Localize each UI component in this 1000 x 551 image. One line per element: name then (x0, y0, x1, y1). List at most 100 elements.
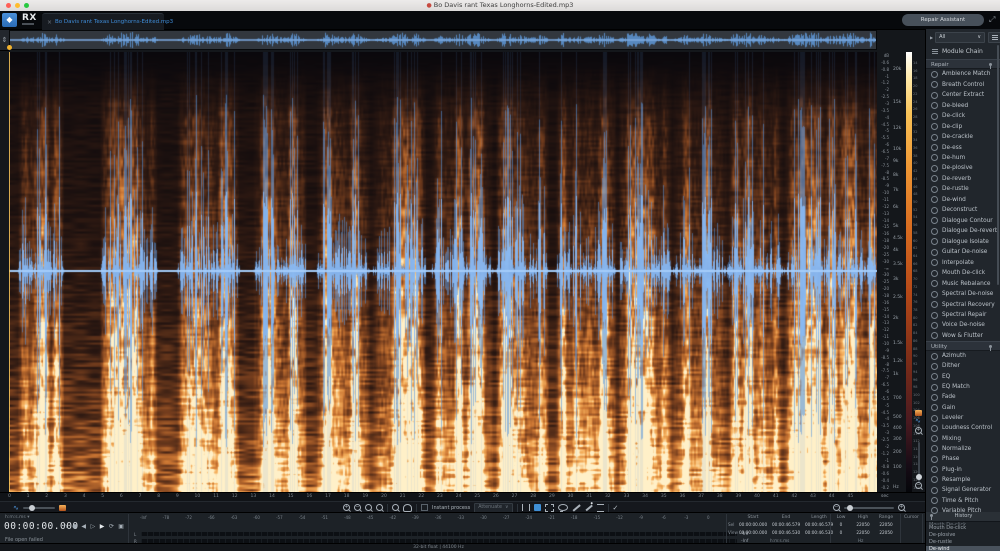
field-value[interactable]: 22050 (853, 530, 873, 535)
transport-loop-icon[interactable]: ⟳ (109, 523, 114, 530)
panel-expand-icon[interactable]: ⤢ (989, 15, 995, 25)
zoom-out-icon[interactable]: − (354, 504, 361, 511)
module-item-plug-in[interactable]: Plug-in (926, 464, 1000, 474)
module-item-spectral-de-noise[interactable]: Spectral De-noise (926, 289, 1000, 299)
field-value[interactable]: 22050 (876, 530, 896, 535)
module-item-eq-match[interactable]: EQ Match (926, 382, 1000, 392)
module-item-phase[interactable]: Phase (926, 454, 1000, 464)
module-item-center-extract[interactable]: Center Extract (926, 90, 1000, 100)
level-meter-left[interactable] (141, 532, 737, 536)
spectrogram-view-icon[interactable] (915, 410, 922, 416)
module-item-de-bleed[interactable]: De-bleed (926, 100, 1000, 110)
module-item-mouth-de-click[interactable]: Mouth De-click (926, 268, 1000, 278)
module-item-leveler[interactable]: Leveler (926, 413, 1000, 423)
panel-menu-button[interactable] (988, 32, 1000, 43)
hzoom-slider[interactable] (844, 507, 894, 509)
field-value[interactable]: 00:00:46.530 (772, 530, 800, 535)
time-frequency-selection-tool-icon[interactable] (534, 504, 541, 511)
time-display[interactable]: 00:00:00.000 (4, 521, 79, 532)
module-item-variable-pitch[interactable]: Variable Pitch (926, 506, 1000, 516)
field-value[interactable]: 22050 (853, 522, 873, 527)
module-item-gain[interactable]: Gain (926, 403, 1000, 413)
module-item-de-click[interactable]: De-click (926, 111, 1000, 121)
module-item-voice-de-noise[interactable]: Voice De-noise (926, 320, 1000, 330)
history-item[interactable]: De-plosive (926, 532, 1000, 539)
zoom-selection-icon[interactable] (365, 504, 372, 511)
file-tab[interactable]: × Bo Davis rant Texas Longhorns-Edited.m… (42, 13, 164, 30)
time-format-selector[interactable]: h:m:s.ms ▾ (5, 515, 29, 520)
field-value[interactable]: 00:00:46.579 (805, 522, 833, 527)
module-item-de-hum[interactable]: De-hum (926, 153, 1000, 163)
blend-slider-thumb[interactable] (29, 505, 35, 511)
module-filter-dropdown[interactable]: All∨ (935, 32, 985, 43)
module-item-eq[interactable]: EQ (926, 372, 1000, 382)
module-item-music-rebalance[interactable]: Music Rebalance (926, 278, 1000, 288)
vertical-zoom-out-icon[interactable]: − (915, 482, 922, 489)
spectrogram-blend-icon[interactable] (59, 505, 66, 511)
zoom-in-icon[interactable]: + (343, 504, 350, 511)
module-item-deconstruct[interactable]: Deconstruct (926, 205, 1000, 215)
tab-close-icon[interactable]: × (47, 19, 52, 26)
repair-assistant-button[interactable]: Repair Assistant (902, 14, 984, 26)
pin-icon[interactable] (989, 345, 992, 348)
vertical-zoom-slider[interactable] (918, 442, 920, 482)
module-item-loudness-control[interactable]: Loudness Control (926, 423, 1000, 433)
module-item-de-rustle[interactable]: De-rustle (926, 184, 1000, 194)
filter-arrow-icon[interactable]: ▶ (930, 35, 933, 40)
module-item-dither[interactable]: Dither (926, 361, 1000, 371)
module-item-wow-flutter[interactable]: Wow & Flutter (926, 331, 1000, 341)
module-item-de-plosive[interactable]: De-plosive (926, 163, 1000, 173)
harmonics-tool-icon[interactable] (597, 504, 604, 512)
blend-slider[interactable] (23, 507, 55, 509)
history-item[interactable]: De-rustle (926, 539, 1000, 546)
hand-tool-icon[interactable] (403, 504, 412, 512)
field-value[interactable]: 0 (834, 530, 848, 535)
lasso-tool-icon[interactable] (558, 504, 568, 511)
zoom-reset-icon[interactable] (376, 504, 383, 511)
waveform-blend-icon[interactable]: ∿ (13, 505, 19, 511)
module-item-resample[interactable]: Resample (926, 475, 1000, 485)
module-item-dialogue-contour[interactable]: Dialogue Contour (926, 216, 1000, 226)
pin-icon[interactable] (989, 63, 992, 66)
vertical-zoom-slider-thumb[interactable] (916, 474, 922, 480)
module-item-time-pitch[interactable]: Time & Pitch (926, 495, 1000, 505)
spectrogram-colorbar[interactable] (906, 52, 912, 492)
transport-skip-back-icon[interactable]: ◀ (81, 523, 86, 530)
history-item[interactable]: De-wind (926, 546, 1000, 551)
hzoom-out-icon[interactable]: − (833, 504, 840, 511)
transport-output-icon[interactable]: ▣ (118, 523, 124, 530)
transport-play-icon[interactable]: ▶ (100, 523, 105, 530)
module-chain-item[interactable]: Module Chain (926, 45, 1000, 57)
module-item-breath-control[interactable]: Breath Control (926, 79, 1000, 89)
module-item-guitar-de-noise[interactable]: Guitar De-noise (926, 247, 1000, 257)
rx-app-icon[interactable]: ◆ (2, 13, 17, 27)
field-value[interactable]: 22050 (876, 522, 896, 527)
module-item-de-crackle[interactable]: De-crackle (926, 132, 1000, 142)
field-value[interactable]: 00:00:46.530 (805, 530, 833, 535)
module-item-azimuth[interactable]: Azimuth (926, 351, 1000, 361)
transport-play-outline-icon[interactable]: ▷ (91, 523, 96, 530)
spectrogram-canvas[interactable] (9, 52, 877, 492)
module-item-dialogue-de-reverb[interactable]: Dialogue De-reverb (926, 226, 1000, 236)
overview-waveform[interactable] (9, 30, 877, 50)
field-value[interactable]: 00:00:46.579 (772, 522, 800, 527)
field-value[interactable]: 0 (834, 522, 848, 527)
zoom-tool-icon[interactable] (392, 504, 399, 511)
panel-scrollbar[interactable] (997, 45, 999, 285)
time-selection-tool-icon[interactable] (522, 504, 530, 511)
overview-waveform-canvas[interactable] (10, 31, 876, 49)
playhead-marker[interactable] (7, 45, 12, 50)
module-item-signal-generator[interactable]: Signal Generator (926, 485, 1000, 495)
module-item-de-ess[interactable]: De-ess (926, 142, 1000, 152)
brush-tool-icon[interactable] (572, 504, 580, 511)
field-value[interactable]: 00:00:00.000 (739, 522, 767, 527)
module-item-spectral-repair[interactable]: Spectral Repair (926, 310, 1000, 320)
process-mode-dropdown[interactable]: Attenuate∨ (474, 503, 512, 513)
waveform-view-icon[interactable]: ∿ (915, 418, 924, 424)
module-item-de-clip[interactable]: De-clip (926, 121, 1000, 131)
transport-monitor-icon[interactable]: ∩ (63, 523, 67, 530)
confirm-selection-icon[interactable]: ✓ (613, 504, 619, 512)
module-item-dialogue-isolate[interactable]: Dialogue Isolate (926, 237, 1000, 247)
vertical-zoom-in-icon[interactable]: + (915, 427, 922, 434)
module-item-de-reverb[interactable]: De-reverb (926, 174, 1000, 184)
